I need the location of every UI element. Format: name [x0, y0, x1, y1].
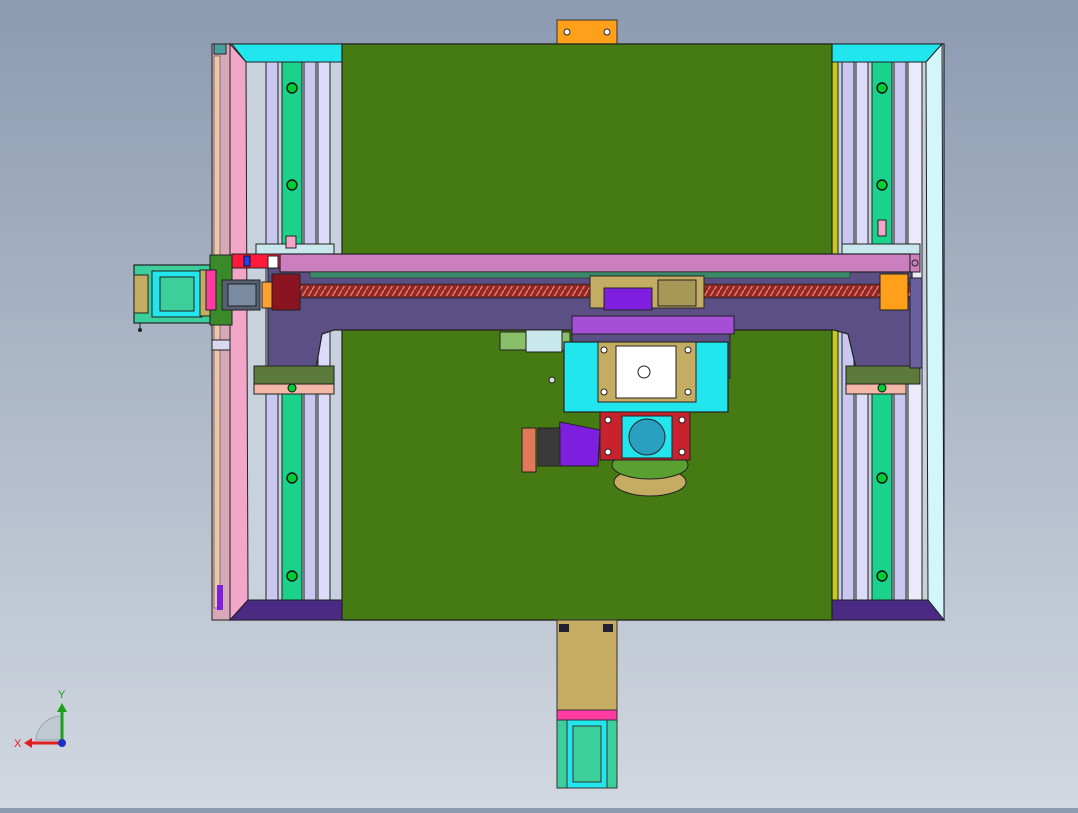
screw-end-block-left: [271, 273, 301, 311]
z-axis-dot: [58, 739, 66, 747]
coordinate-triad: Y X: [14, 689, 67, 750]
cad-viewport[interactable]: Y X: [0, 0, 1078, 808]
bottom-motor-assembly: [556, 619, 618, 789]
left-outer-rail: [211, 43, 231, 621]
gantry-assembly[interactable]: [133, 19, 946, 789]
top-bracket: [556, 19, 618, 45]
screw-end-block-right: [879, 273, 909, 311]
x-axis-label: X: [14, 738, 22, 750]
y-axis-label: Y: [58, 689, 66, 701]
cad-model-canvas[interactable]: Y X: [0, 0, 1078, 808]
